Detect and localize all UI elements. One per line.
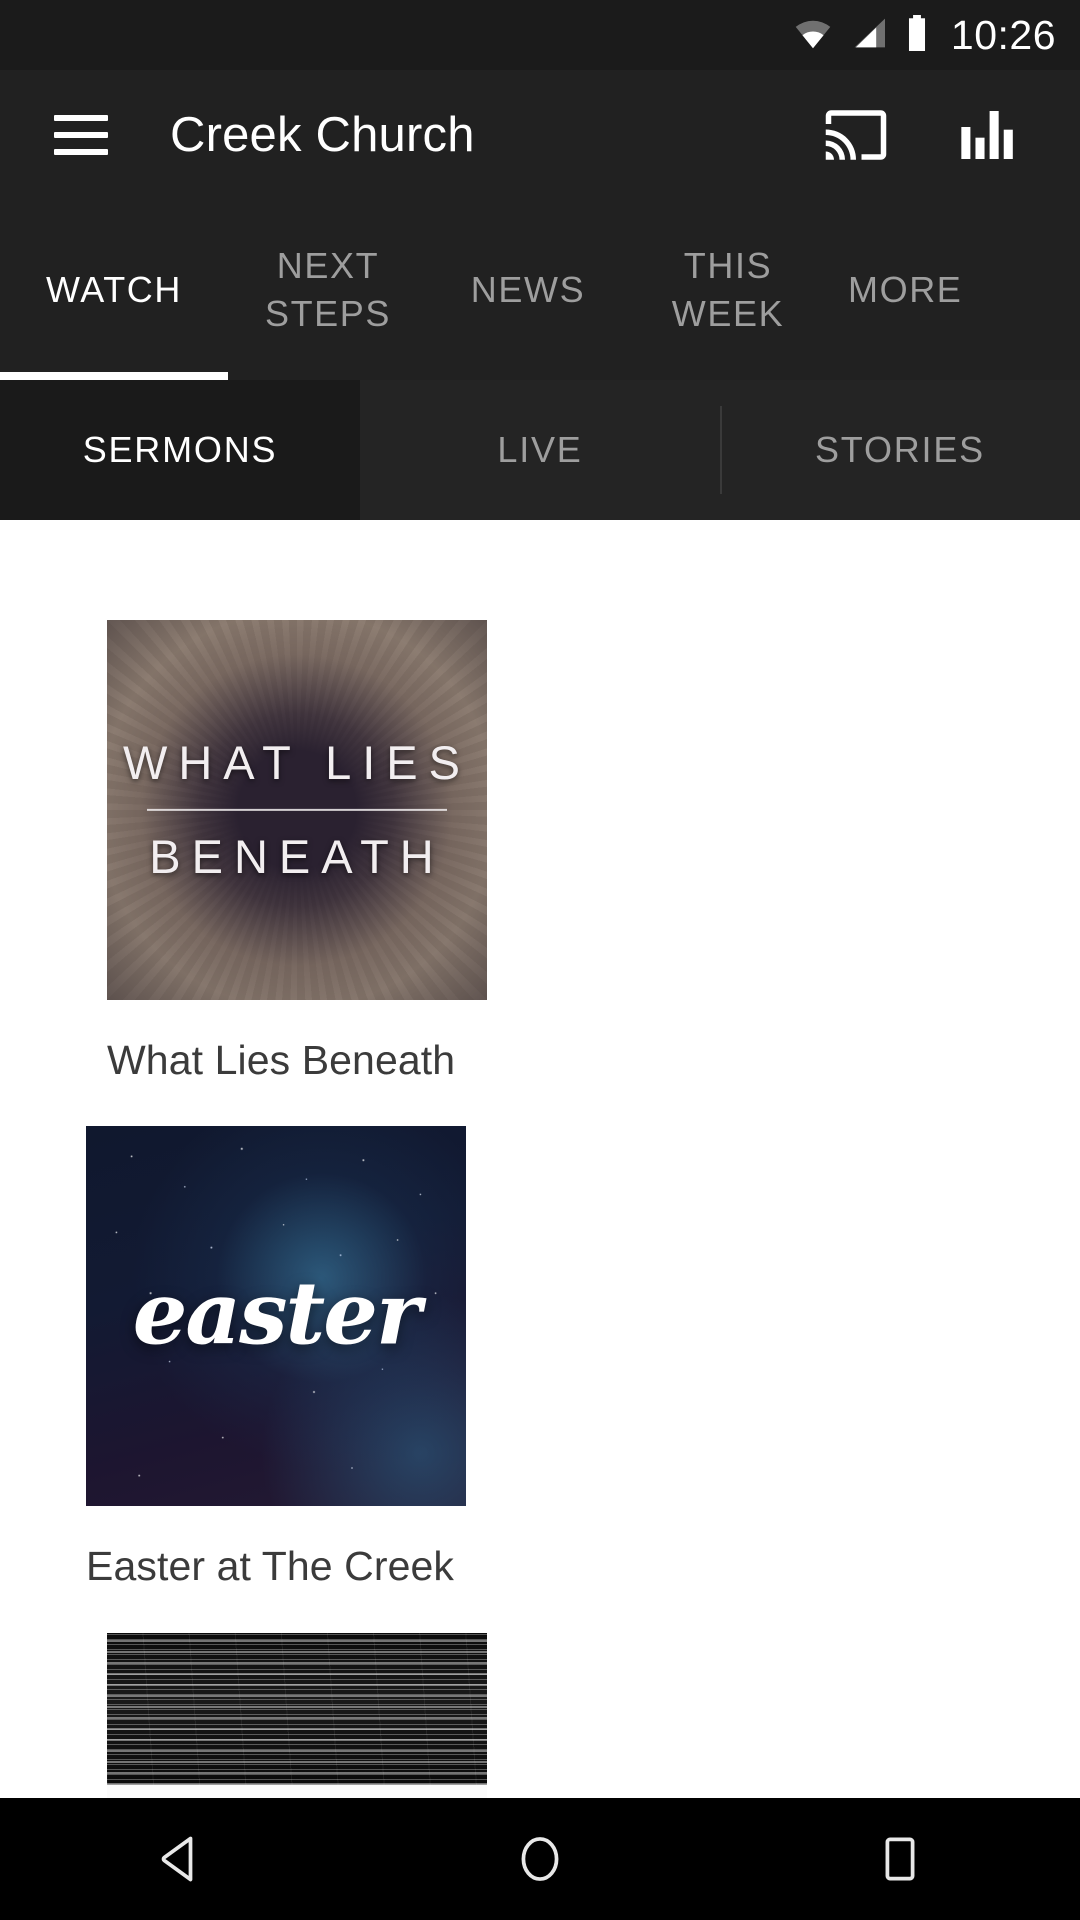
sermon-list-scroll-area[interactable]: WHAT LIES BENEATH What Lies Beneath east… bbox=[0, 520, 1080, 1798]
battery-icon bbox=[905, 14, 929, 56]
hamburger-menu-icon[interactable] bbox=[54, 115, 108, 155]
sermon-card-title: What Lies Beneath bbox=[107, 1037, 456, 1083]
sermon-grid: WHAT LIES BENEATH What Lies Beneath east… bbox=[0, 520, 1080, 1798]
wifi-icon bbox=[793, 17, 833, 54]
cast-icon[interactable] bbox=[820, 99, 892, 171]
subtab-sermons[interactable]: SERMONS bbox=[0, 380, 360, 520]
tab-watch[interactable]: WATCH bbox=[0, 266, 228, 314]
subtab-live[interactable]: LIVE bbox=[360, 380, 720, 520]
subtab-stories[interactable]: STORIES bbox=[720, 380, 1080, 520]
sermon-thumbnail-what-lies-beneath[interactable]: WHAT LIES BENEATH bbox=[107, 620, 487, 1000]
equalizer-icon[interactable] bbox=[952, 99, 1024, 171]
tab-next-steps[interactable]: NEXT STEPS bbox=[228, 242, 428, 337]
artwork-line-1: WHAT LIES bbox=[123, 735, 471, 789]
app-bar-actions bbox=[820, 99, 1080, 171]
sermon-card[interactable]: easter Easter at The Creek bbox=[86, 1126, 576, 1592]
artwork-text: THE END OF THE WORLD AS WE KNOW IT bbox=[107, 1784, 487, 1798]
tab-this-week[interactable]: THIS WEEK bbox=[628, 242, 828, 337]
sermon-card[interactable]: THE END OF THE WORLD AS WE KNOW IT The E… bbox=[107, 1632, 597, 1798]
app-title: Creek Church bbox=[170, 108, 475, 162]
home-circle-icon[interactable] bbox=[480, 1799, 600, 1919]
sermon-thumbnail-easter[interactable]: easter bbox=[86, 1126, 466, 1507]
phone-screen: 10:26 Creek Church WATCH NEXT STEPS NEWS… bbox=[0, 0, 1080, 1920]
artwork-line-2: BENEATH bbox=[149, 830, 445, 883]
glitch-texture-top bbox=[107, 1632, 487, 1785]
app-bar: Creek Church bbox=[0, 70, 1080, 200]
android-navigation-bar bbox=[0, 1798, 1080, 1920]
status-bar-icons bbox=[793, 14, 929, 56]
sermon-card[interactable]: WHAT LIES BENEATH What Lies Beneath bbox=[107, 620, 597, 1086]
sermon-thumbnail-end-of-the-world[interactable]: THE END OF THE WORLD AS WE KNOW IT bbox=[107, 1632, 487, 1798]
active-tab-indicator bbox=[0, 372, 228, 380]
back-triangle-icon[interactable] bbox=[120, 1799, 240, 1919]
tab-more[interactable]: MORE bbox=[828, 266, 998, 314]
artwork-divider bbox=[147, 809, 447, 811]
sub-tab-bar: SERMONS LIVE STORIES bbox=[0, 380, 1080, 520]
status-bar-clock: 10:26 bbox=[950, 11, 1056, 58]
cellular-signal-icon bbox=[849, 17, 889, 54]
artwork-text: easter bbox=[132, 1263, 422, 1365]
tab-news[interactable]: NEWS bbox=[428, 266, 628, 314]
primary-tab-bar: WATCH NEXT STEPS NEWS THIS WEEK MORE bbox=[0, 200, 1080, 380]
status-bar: 10:26 bbox=[0, 0, 1080, 70]
artwork-text: WHAT LIES BENEATH bbox=[107, 725, 487, 895]
recents-square-icon[interactable] bbox=[840, 1799, 960, 1919]
sermon-card-title: Easter at The Creek bbox=[86, 1543, 455, 1590]
